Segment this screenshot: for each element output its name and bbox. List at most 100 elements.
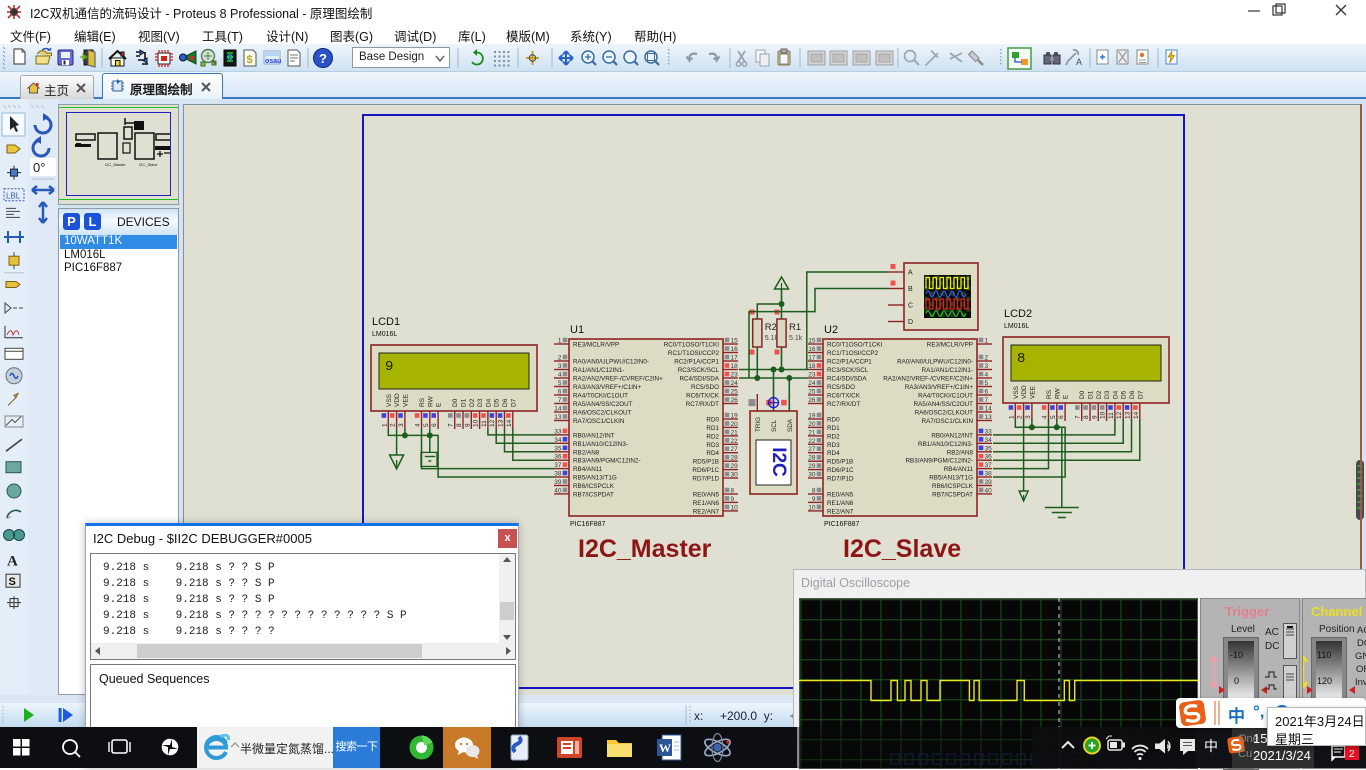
svg-text:14: 14 xyxy=(554,406,562,413)
svg-text:40: 40 xyxy=(554,487,562,494)
svg-text:RB2/AN8: RB2/AN8 xyxy=(947,449,974,456)
svg-text:C: C xyxy=(908,303,913,310)
svg-text:13: 13 xyxy=(1125,411,1132,419)
svg-text:27: 27 xyxy=(731,446,739,453)
svg-text:4: 4 xyxy=(1042,415,1049,419)
svg-text:RC0/T1OSO/T1CKI: RC0/T1OSO/T1CKI xyxy=(664,342,720,349)
svg-text:30: 30 xyxy=(808,472,816,479)
svg-text:11: 11 xyxy=(1108,412,1115,419)
svg-text:RC3/SCK/SCL: RC3/SCK/SCL xyxy=(678,367,720,374)
svg-text:17: 17 xyxy=(808,355,816,362)
svg-text:SDA: SDA xyxy=(787,418,794,432)
svg-text:1: 1 xyxy=(381,423,388,427)
svg-text:RA1/AN1/C12IN1-: RA1/AN1/C12IN1- xyxy=(573,367,624,374)
svg-text:RB6/ICSPCLK: RB6/ICSPCLK xyxy=(573,483,615,490)
svg-text:PIC16F887: PIC16F887 xyxy=(824,521,860,528)
svg-text:RA1/AN1/C12IN1-: RA1/AN1/C12IN1- xyxy=(922,367,973,374)
svg-text:33: 33 xyxy=(985,428,993,435)
svg-text:10: 10 xyxy=(731,504,739,511)
svg-text:RC4/SDI/SDA: RC4/SDI/SDA xyxy=(827,376,867,383)
svg-text:VSS: VSS xyxy=(386,393,393,407)
svg-text:2: 2 xyxy=(558,355,562,362)
svg-text:RC4/SDI/SDA: RC4/SDI/SDA xyxy=(679,376,719,383)
svg-text:RE1/AN6: RE1/AN6 xyxy=(827,500,854,507)
svg-text:LM016L: LM016L xyxy=(1004,323,1029,330)
svg-text:8: 8 xyxy=(1017,351,1025,367)
svg-text:RE0/AN5: RE0/AN5 xyxy=(827,492,854,499)
svg-text:RD0: RD0 xyxy=(706,417,719,424)
svg-text:10: 10 xyxy=(1100,411,1107,419)
svg-text:RA2/AN2/VREF-/CVREF/C2IN+: RA2/AN2/VREF-/CVREF/C2IN+ xyxy=(883,376,973,383)
svg-text:D1: D1 xyxy=(461,398,468,407)
svg-text:RB1/AN10/C12IN3-: RB1/AN10/C12IN3- xyxy=(918,441,973,448)
svg-text:RB4/AN11: RB4/AN11 xyxy=(944,466,974,473)
svg-text:RD0: RD0 xyxy=(827,417,840,424)
svg-text:8: 8 xyxy=(731,488,735,495)
svg-text:34: 34 xyxy=(554,437,562,444)
svg-text:33: 33 xyxy=(554,428,562,435)
svg-text:18: 18 xyxy=(808,363,816,370)
svg-text:D7: D7 xyxy=(510,398,517,407)
svg-text:23: 23 xyxy=(731,372,739,379)
svg-text:D0: D0 xyxy=(1079,390,1086,399)
svg-text:D: D xyxy=(908,319,913,326)
svg-text:11: 11 xyxy=(481,420,488,427)
svg-text:12: 12 xyxy=(489,419,496,427)
svg-text:RA7/OSC1/CLKIN: RA7/OSC1/CLKIN xyxy=(922,418,974,425)
svg-text:RA6/OSC2/CLKOUT: RA6/OSC2/CLKOUT xyxy=(915,410,974,417)
svg-text:RB7/ICSPDAT: RB7/ICSPDAT xyxy=(932,491,973,498)
svg-text:RS: RS xyxy=(1046,389,1053,399)
svg-text:18: 18 xyxy=(731,363,739,370)
svg-text:9: 9 xyxy=(385,359,393,375)
svg-text:39: 39 xyxy=(554,479,562,486)
svg-text:RC6/TX/CK: RC6/TX/CK xyxy=(827,393,861,400)
svg-text:TRIG: TRIG xyxy=(755,417,762,432)
svg-text:RD4: RD4 xyxy=(827,450,840,457)
svg-text:RC2/P1A/CCP1: RC2/P1A/CCP1 xyxy=(827,359,872,366)
svg-text:15: 15 xyxy=(731,338,739,345)
svg-text:RA3/AN3/VREF+/C1IN+: RA3/AN3/VREF+/C1IN+ xyxy=(905,384,974,391)
svg-text:RD5/P1B: RD5/P1B xyxy=(827,459,853,466)
svg-text:D4: D4 xyxy=(485,398,492,407)
svg-text:RB3/AN9/PGM/C12IN2-: RB3/AN9/PGM/C12IN2- xyxy=(905,458,973,465)
svg-text:RB7/ICSPDAT: RB7/ICSPDAT xyxy=(573,491,614,498)
svg-text:RB6/ICSPCLK: RB6/ICSPCLK xyxy=(932,483,974,490)
svg-text:D6: D6 xyxy=(502,398,509,407)
svg-text:2: 2 xyxy=(1349,749,1355,760)
svg-text:6: 6 xyxy=(431,423,438,427)
svg-text:RB5/AN13/T1G: RB5/AN13/T1G xyxy=(573,475,617,482)
svg-text:RB0/AN12/INT: RB0/AN12/INT xyxy=(573,432,615,439)
svg-text:RA6/OSC2/CLKOUT: RA6/OSC2/CLKOUT xyxy=(573,410,632,417)
svg-text:LCD1: LCD1 xyxy=(372,316,400,328)
svg-text:29: 29 xyxy=(731,463,739,470)
svg-text:E: E xyxy=(1063,394,1070,399)
svg-text:RC7/RX/DT: RC7/RX/DT xyxy=(827,401,860,408)
svg-text:RA0/AN0/ULPWU/C12IN0-: RA0/AN0/ULPWU/C12IN0- xyxy=(897,359,973,366)
svg-text:RA4/T0CKI/C1OUT: RA4/T0CKI/C1OUT xyxy=(573,393,628,400)
svg-text:RA0/AN0/ULPWU/C12IN0-: RA0/AN0/ULPWU/C12IN0- xyxy=(573,359,649,366)
svg-text:2: 2 xyxy=(1017,415,1024,419)
svg-text:RA3/AN3/VREF+/C1IN+: RA3/AN3/VREF+/C1IN+ xyxy=(573,384,642,391)
svg-text:5.1k: 5.1k xyxy=(789,335,803,342)
svg-text:RE2/AN7: RE2/AN7 xyxy=(827,508,854,515)
svg-text:24: 24 xyxy=(731,380,739,387)
svg-text:2: 2 xyxy=(985,355,989,362)
svg-text:D1: D1 xyxy=(1088,390,1095,399)
svg-text:RC5/SDO: RC5/SDO xyxy=(691,384,719,391)
svg-text:RD4: RD4 xyxy=(706,450,719,457)
svg-text:30: 30 xyxy=(731,472,739,479)
svg-text:I2C: I2C xyxy=(768,447,789,477)
svg-text:RA4/T0CKI/C1OUT: RA4/T0CKI/C1OUT xyxy=(918,393,973,400)
svg-text:RD6/P1C: RD6/P1C xyxy=(827,467,854,474)
svg-text:VSS: VSS xyxy=(1013,385,1020,399)
svg-text:17: 17 xyxy=(731,355,739,362)
svg-text:35: 35 xyxy=(554,445,562,452)
svg-text:RD7/P1D: RD7/P1D xyxy=(692,476,719,483)
svg-text:RA2/AN2/VREF-/CVREF/C2IN+: RA2/AN2/VREF-/CVREF/C2IN+ xyxy=(573,376,663,383)
svg-text:RD2: RD2 xyxy=(827,433,840,440)
svg-text:LCD2: LCD2 xyxy=(1004,308,1032,320)
svg-text:RE1/AN6: RE1/AN6 xyxy=(693,500,720,507)
svg-text:7: 7 xyxy=(985,397,989,404)
svg-text:RB3/AN9/PGM/C12IN2-: RB3/AN9/PGM/C12IN2- xyxy=(573,458,641,465)
svg-text:RW: RW xyxy=(1054,387,1061,399)
